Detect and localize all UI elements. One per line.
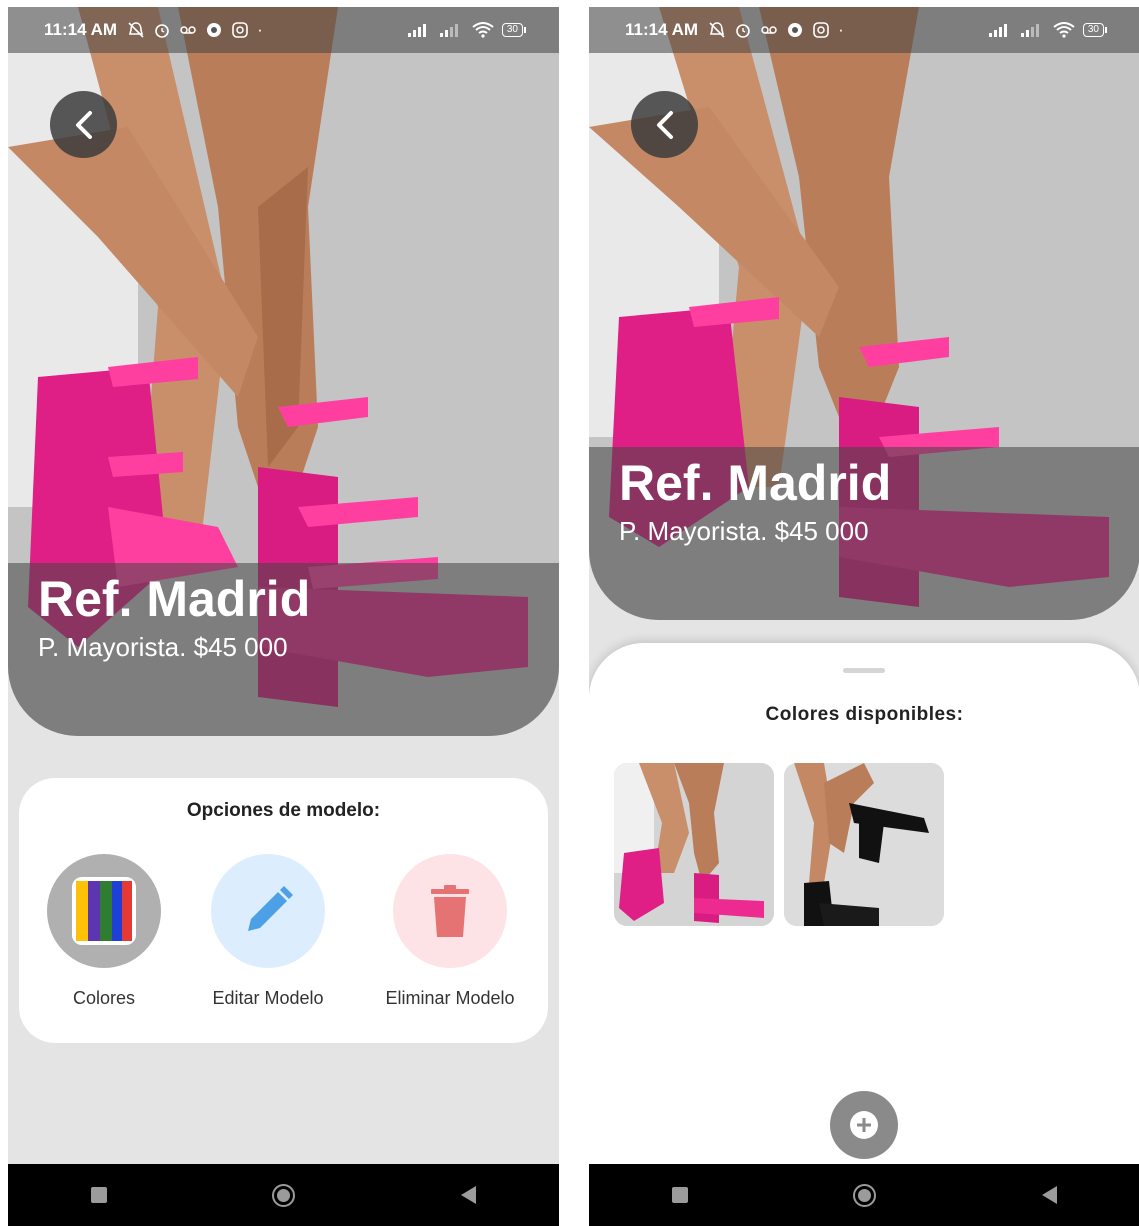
- chrome-icon: [788, 23, 803, 37]
- plus-circle-icon: [850, 1111, 878, 1139]
- delete-model-option[interactable]: Eliminar Modelo: [365, 854, 535, 1009]
- signal-icon: [407, 24, 426, 37]
- chevron-left-icon: [656, 110, 673, 139]
- more-dot-icon: ·: [257, 20, 263, 39]
- edit-model-option[interactable]: Editar Modelo: [183, 854, 353, 1009]
- status-time: 11:14 AM: [625, 20, 699, 39]
- pink-sandal-thumbnail[interactable]: [614, 763, 774, 926]
- model-title: Ref. Madrid: [38, 571, 311, 627]
- colors-label: Colores: [72, 988, 136, 1008]
- wifi-icon: [1053, 22, 1075, 38]
- black-sandal-thumbnail[interactable]: [784, 763, 944, 926]
- edit-model-button[interactable]: [211, 854, 325, 968]
- back-button[interactable]: [631, 91, 698, 158]
- sheet-title: Colores disponibles:: [765, 704, 964, 725]
- bell-off-icon: [128, 22, 144, 38]
- chrome-icon: [207, 23, 222, 37]
- hero-caption: Ref. Madrid P. Mayorista. $45 000: [8, 563, 559, 736]
- color-stripes-icon: [72, 877, 136, 945]
- alarm-icon: [736, 24, 750, 38]
- instagram-icon: [232, 22, 248, 38]
- status-time: 11:14 AM: [44, 20, 118, 39]
- screen-model-detail: Ref. Madrid P. Mayorista. $45 000 11:14 …: [8, 7, 559, 1226]
- drag-handle[interactable]: [843, 668, 885, 673]
- model-title: Ref. Madrid: [619, 455, 892, 511]
- signal-icon: [988, 24, 1007, 37]
- more-dot-icon: ·: [838, 20, 844, 39]
- navigation-bar: [8, 1164, 559, 1226]
- battery-icon: 30: [1082, 23, 1108, 37]
- wifi-icon: [472, 22, 494, 38]
- colors-bottom-sheet: Colores disponibles:: [589, 643, 1139, 1226]
- edit-model-label: Editar Modelo: [212, 988, 324, 1008]
- delete-model-label: Eliminar Modelo: [385, 988, 515, 1008]
- hero-caption: Ref. Madrid P. Mayorista. $45 000: [589, 447, 1139, 620]
- delete-model-button[interactable]: [393, 854, 507, 968]
- pencil-icon: [248, 886, 293, 931]
- options-title: Opciones de modelo:: [186, 800, 381, 821]
- colors-option[interactable]: Colores: [19, 854, 189, 1009]
- color-thumbnails: [614, 763, 944, 926]
- instagram-icon: [813, 22, 829, 38]
- home-button[interactable]: [272, 1183, 296, 1207]
- home-button[interactable]: [853, 1183, 877, 1207]
- trash-icon: [431, 885, 469, 937]
- status-bar: 11:14 AM · 30: [589, 7, 1139, 53]
- model-price: P. Mayorista. $45 000: [38, 632, 288, 662]
- add-color-button[interactable]: [830, 1091, 898, 1159]
- recents-button[interactable]: [90, 1187, 107, 1203]
- recents-button[interactable]: [671, 1187, 688, 1203]
- back-button[interactable]: [50, 91, 117, 158]
- model-options-card: Opciones de modelo: Colores Editar Model…: [19, 778, 548, 1043]
- status-bar: 11:14 AM · 30: [8, 7, 559, 53]
- bell-off-icon: [709, 22, 725, 38]
- navigation-bar: [589, 1164, 1139, 1226]
- alarm-icon: [155, 24, 169, 38]
- model-price: P. Mayorista. $45 000: [619, 516, 869, 546]
- signal-2-icon: [439, 24, 458, 37]
- nav-back-button[interactable]: [461, 1186, 477, 1204]
- chevron-left-icon: [75, 110, 92, 139]
- signal-2-icon: [1020, 24, 1039, 37]
- voicemail-icon: [180, 26, 196, 34]
- voicemail-icon: [761, 26, 777, 34]
- colors-button[interactable]: [47, 854, 161, 968]
- battery-icon: 30: [501, 23, 527, 37]
- screen-colors-sheet: Ref. Madrid P. Mayorista. $45 000 11:14 …: [589, 7, 1139, 1226]
- nav-back-button[interactable]: [1042, 1186, 1058, 1204]
